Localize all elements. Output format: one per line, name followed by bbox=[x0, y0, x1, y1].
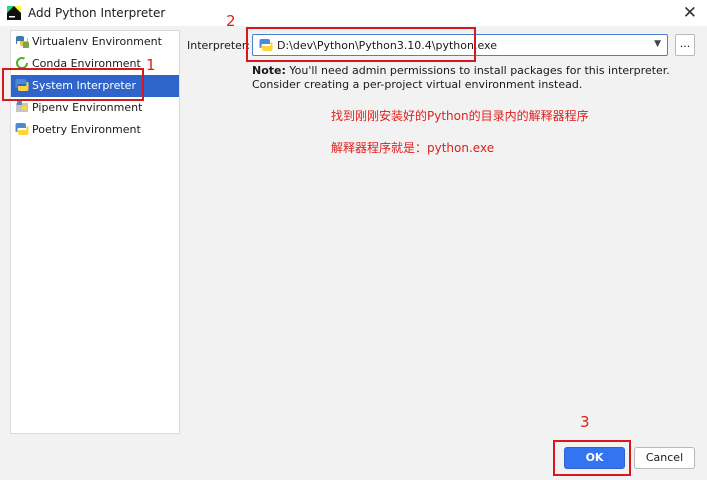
cancel-button[interactable]: Cancel bbox=[634, 447, 695, 469]
note-prefix: Note: bbox=[252, 64, 286, 77]
annotation-number-1: 1 bbox=[146, 56, 156, 74]
sidebar-item-poetry[interactable]: Poetry Environment bbox=[11, 119, 179, 141]
annotation-text-1: 找到刚刚安装好的Python的目录内的解释器程序 bbox=[331, 109, 589, 123]
sidebar-item-label: Virtualenv Environment bbox=[32, 35, 162, 48]
annotation-number-2: 2 bbox=[226, 12, 236, 30]
title-bar: Add Python Interpreter ✕ bbox=[0, 0, 707, 26]
close-icon[interactable]: ✕ bbox=[683, 3, 697, 23]
poetry-icon bbox=[15, 123, 29, 135]
annotation-text-2: 解释器程序就是：python.exe bbox=[331, 141, 495, 155]
annotation-box-2 bbox=[246, 27, 476, 62]
sidebar-item-label: Pipenv Environment bbox=[32, 101, 143, 114]
pipenv-icon bbox=[16, 101, 28, 112]
note-text: You'll need admin permissions to install… bbox=[252, 64, 670, 91]
chevron-down-icon[interactable]: ▼ bbox=[654, 39, 661, 49]
sidebar-item-label: Poetry Environment bbox=[32, 123, 141, 136]
annotation-box-1 bbox=[2, 68, 144, 101]
annotation-number-3: 3 bbox=[580, 413, 590, 431]
pycharm-icon bbox=[7, 6, 21, 20]
browse-button[interactable]: ... bbox=[675, 34, 695, 56]
virtualenv-icon bbox=[15, 36, 29, 48]
window-title: Add Python Interpreter bbox=[28, 6, 166, 20]
admin-note: Note: You'll need admin permissions to i… bbox=[252, 64, 672, 92]
ok-button[interactable]: OK bbox=[564, 447, 625, 469]
interpreter-label: Interpreter: bbox=[187, 39, 250, 52]
sidebar-item-virtualenv[interactable]: Virtualenv Environment bbox=[11, 31, 179, 53]
